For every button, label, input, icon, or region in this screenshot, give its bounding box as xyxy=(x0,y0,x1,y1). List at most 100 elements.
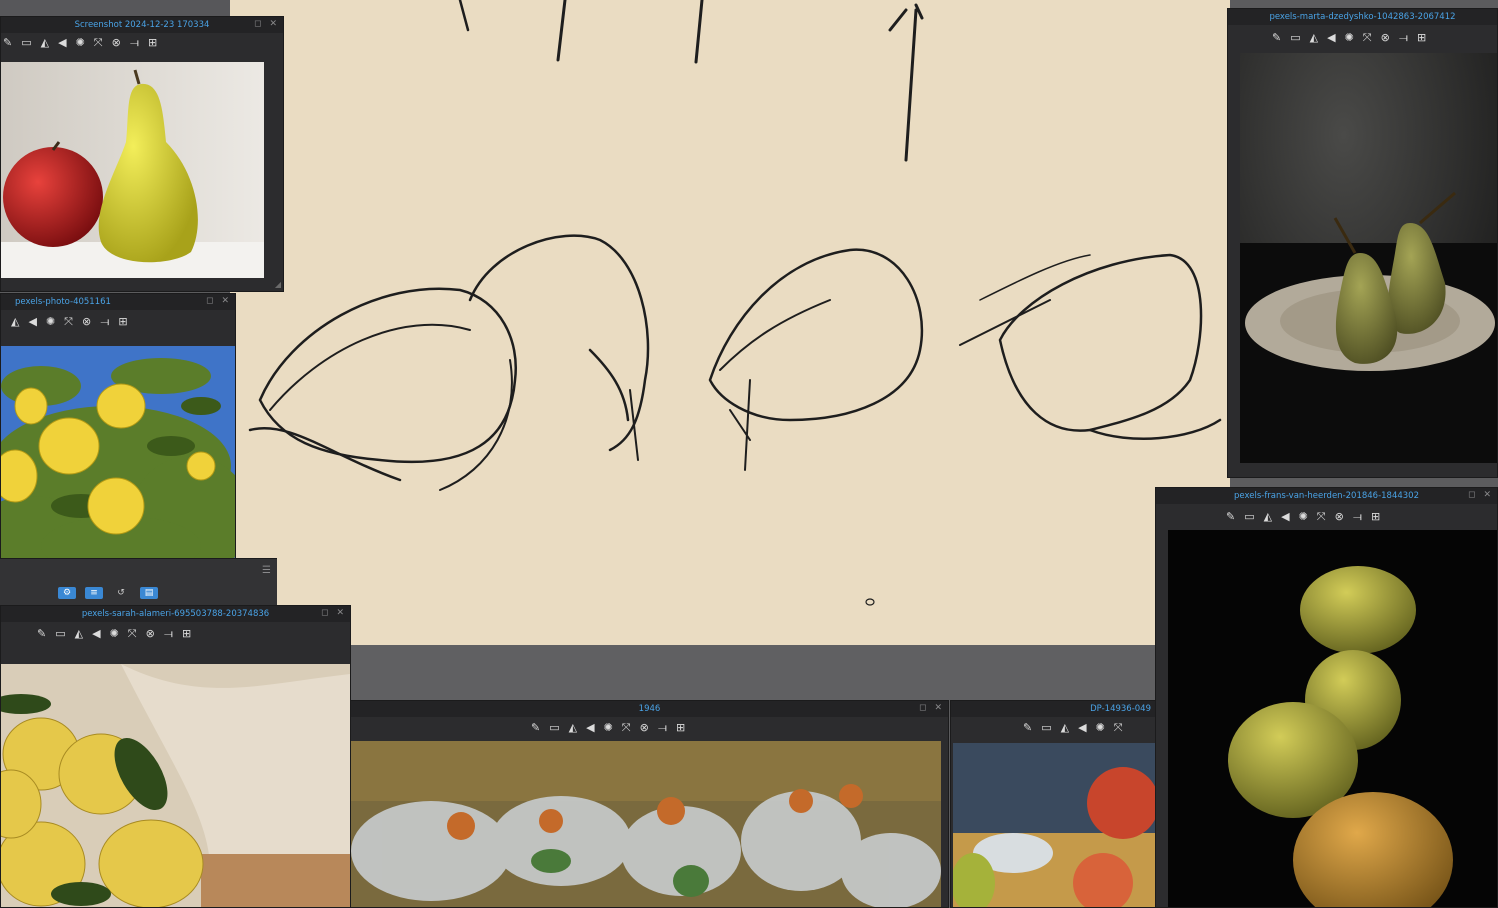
maximize-icon[interactable]: ◻ xyxy=(206,296,213,307)
color-icon[interactable]: ✺ xyxy=(1345,32,1354,44)
reference-panel-dp[interactable]: DP-14936-049 ✎ ▭ ◭ ◀ ✺ ⤧ xyxy=(950,700,1160,908)
reference-image-still-life-painting[interactable] xyxy=(953,743,1159,907)
maximize-icon[interactable]: ◻ xyxy=(1468,490,1475,501)
gray-icon[interactable]: ⊗ xyxy=(640,722,649,734)
panel-titlebar[interactable]: pexels-photo-4051161 ◻ ✕ xyxy=(1,294,235,310)
contrast-icon[interactable]: ◭ xyxy=(41,37,49,49)
grid-icon[interactable]: ⊞ xyxy=(1417,32,1426,44)
flip-icon[interactable]: ◀ xyxy=(586,722,594,734)
rect-icon[interactable]: ▭ xyxy=(1041,722,1051,734)
line-icon[interactable]: ⟞ xyxy=(1399,32,1408,44)
flip-icon[interactable]: ◀ xyxy=(1327,32,1335,44)
gray-icon[interactable]: ⊗ xyxy=(146,628,155,640)
panel-titlebar[interactable]: pexels-marta-dzedyshko-1042863-2067412 xyxy=(1228,9,1497,25)
color-icon[interactable]: ✺ xyxy=(604,722,613,734)
flip-icon[interactable]: ◀ xyxy=(92,628,100,640)
rect-icon[interactable]: ▭ xyxy=(549,722,559,734)
reference-image-lemon-tree[interactable] xyxy=(1,346,235,566)
settings-icon[interactable]: ⚙ xyxy=(58,587,76,599)
close-icon[interactable]: ✕ xyxy=(269,19,277,30)
grid-icon[interactable]: ⊞ xyxy=(118,316,127,328)
color-icon[interactable]: ✺ xyxy=(1299,511,1308,523)
maximize-icon[interactable]: ◻ xyxy=(321,608,328,619)
reference-panel-pears-dark[interactable]: pexels-frans-van-heerden-201846-1844302 … xyxy=(1155,487,1498,908)
flip-icon[interactable]: ◀ xyxy=(28,316,36,328)
expand-icon[interactable]: ⤧ xyxy=(1114,722,1123,734)
drawing-canvas[interactable] xyxy=(230,0,1230,645)
line-icon[interactable]: ⟞ xyxy=(100,316,109,328)
filter-icon[interactable]: ≡ xyxy=(85,587,103,599)
gray-icon[interactable]: ⊗ xyxy=(1335,511,1344,523)
gray-icon[interactable]: ⊗ xyxy=(82,316,91,328)
gray-icon[interactable]: ⊗ xyxy=(1381,32,1390,44)
line-icon[interactable]: ⟞ xyxy=(164,628,173,640)
grid-icon[interactable]: ⊞ xyxy=(676,722,685,734)
reference-image-apple-pear[interactable] xyxy=(1,62,264,278)
panel-titlebar[interactable]: DP-14936-049 xyxy=(951,701,1159,717)
panel-toolbar: ✎ ▭ ◭ ◀ ✺ ⤧ ⊗ ⟞ ⊞ xyxy=(3,34,157,52)
pen-icon[interactable]: ✎ xyxy=(1023,722,1032,734)
reference-panel-pears-plate[interactable]: pexels-marta-dzedyshko-1042863-2067412 ✎… xyxy=(1227,8,1498,478)
close-icon[interactable]: ✕ xyxy=(1483,490,1491,501)
close-icon[interactable]: ✕ xyxy=(221,296,229,307)
panel-title: 1946 xyxy=(638,704,661,714)
color-icon[interactable]: ✺ xyxy=(76,37,85,49)
grid-icon[interactable]: ⊞ xyxy=(148,37,157,49)
flip-icon[interactable]: ◀ xyxy=(58,37,66,49)
expand-icon[interactable]: ⤧ xyxy=(64,316,73,328)
reference-panel-screenshot[interactable]: Screenshot 2024-12-23 170334 ◻ ✕ ✎ ▭ ◭ ◀ ✺ ⤧ ⊗ ⟞… xyxy=(0,16,284,292)
rect-icon[interactable]: ▭ xyxy=(55,628,65,640)
expand-icon[interactable]: ⤧ xyxy=(94,37,103,49)
gray-icon[interactable]: ⊗ xyxy=(112,37,121,49)
color-icon[interactable]: ✺ xyxy=(110,628,119,640)
reference-image-dancers-painting[interactable] xyxy=(351,741,941,907)
reference-image-pears-plate[interactable] xyxy=(1240,53,1497,463)
canvas-bottom-strip xyxy=(230,645,1230,700)
close-icon[interactable]: ✕ xyxy=(934,703,942,714)
expand-icon[interactable]: ⤧ xyxy=(1317,511,1326,523)
flip-icon[interactable]: ◀ xyxy=(1281,511,1289,523)
reference-panel-lemons-cloth[interactable]: pexels-sarah-alameri-695503788-20374836 … xyxy=(0,605,351,908)
reference-panel-lemon-tree[interactable]: pexels-photo-4051161 ◻ ✕ ◭ ◀ ✺ ⤧ ⊗ ⟞ ⊞ xyxy=(0,293,236,573)
reference-image-lemons-cloth[interactable] xyxy=(1,664,350,907)
pen-icon[interactable]: ✎ xyxy=(37,628,46,640)
pen-icon[interactable]: ✎ xyxy=(531,722,540,734)
rect-icon[interactable]: ▭ xyxy=(21,37,31,49)
layers-icon[interactable]: ▤ xyxy=(140,587,158,599)
contrast-icon[interactable]: ◭ xyxy=(569,722,577,734)
resize-grip-icon[interactable]: ◢ xyxy=(275,280,281,289)
rect-icon[interactable]: ▭ xyxy=(1244,511,1254,523)
reference-image-pears-dark[interactable] xyxy=(1168,530,1497,907)
panel-titlebar[interactable]: pexels-frans-van-heerden-201846-1844302 … xyxy=(1156,488,1497,504)
menu-icon[interactable]: ☰ xyxy=(262,565,271,576)
maximize-icon[interactable]: ◻ xyxy=(919,703,926,714)
grid-icon[interactable]: ⊞ xyxy=(182,628,191,640)
top-strip xyxy=(0,0,232,16)
contrast-icon[interactable]: ◭ xyxy=(1264,511,1272,523)
line-icon[interactable]: ⟞ xyxy=(130,37,139,49)
expand-icon[interactable]: ⤧ xyxy=(1363,32,1372,44)
pen-icon[interactable]: ✎ xyxy=(1226,511,1235,523)
rect-icon[interactable]: ▭ xyxy=(1290,32,1300,44)
expand-icon[interactable]: ⤧ xyxy=(622,722,631,734)
contrast-icon[interactable]: ◭ xyxy=(75,628,83,640)
panel-titlebar[interactable]: pexels-sarah-alameri-695503788-20374836 … xyxy=(1,606,350,622)
color-icon[interactable]: ✺ xyxy=(1096,722,1105,734)
maximize-icon[interactable]: ◻ xyxy=(254,19,261,30)
reference-panel-1946[interactable]: 1946 ◻ ✕ ✎ ▭ ◭ ◀ ✺ ⤧ ⊗ ⟞ ⊞ xyxy=(350,700,949,908)
grid-icon[interactable]: ⊞ xyxy=(1371,511,1380,523)
panel-titlebar[interactable]: 1946 ◻ ✕ xyxy=(351,701,948,717)
color-icon[interactable]: ✺ xyxy=(46,316,55,328)
contrast-icon[interactable]: ◭ xyxy=(11,316,19,328)
line-icon[interactable]: ⟞ xyxy=(1353,511,1362,523)
expand-icon[interactable]: ⤧ xyxy=(128,628,137,640)
pen-icon[interactable]: ✎ xyxy=(3,37,12,49)
panel-titlebar[interactable]: Screenshot 2024-12-23 170334 ◻ ✕ xyxy=(1,17,283,33)
line-icon[interactable]: ⟞ xyxy=(658,722,667,734)
flip-icon[interactable]: ◀ xyxy=(1078,722,1086,734)
contrast-icon[interactable]: ◭ xyxy=(1061,722,1069,734)
close-icon[interactable]: ✕ xyxy=(336,608,344,619)
undo-icon[interactable]: ↺ xyxy=(112,587,130,599)
contrast-icon[interactable]: ◭ xyxy=(1310,32,1318,44)
pen-icon[interactable]: ✎ xyxy=(1272,32,1281,44)
